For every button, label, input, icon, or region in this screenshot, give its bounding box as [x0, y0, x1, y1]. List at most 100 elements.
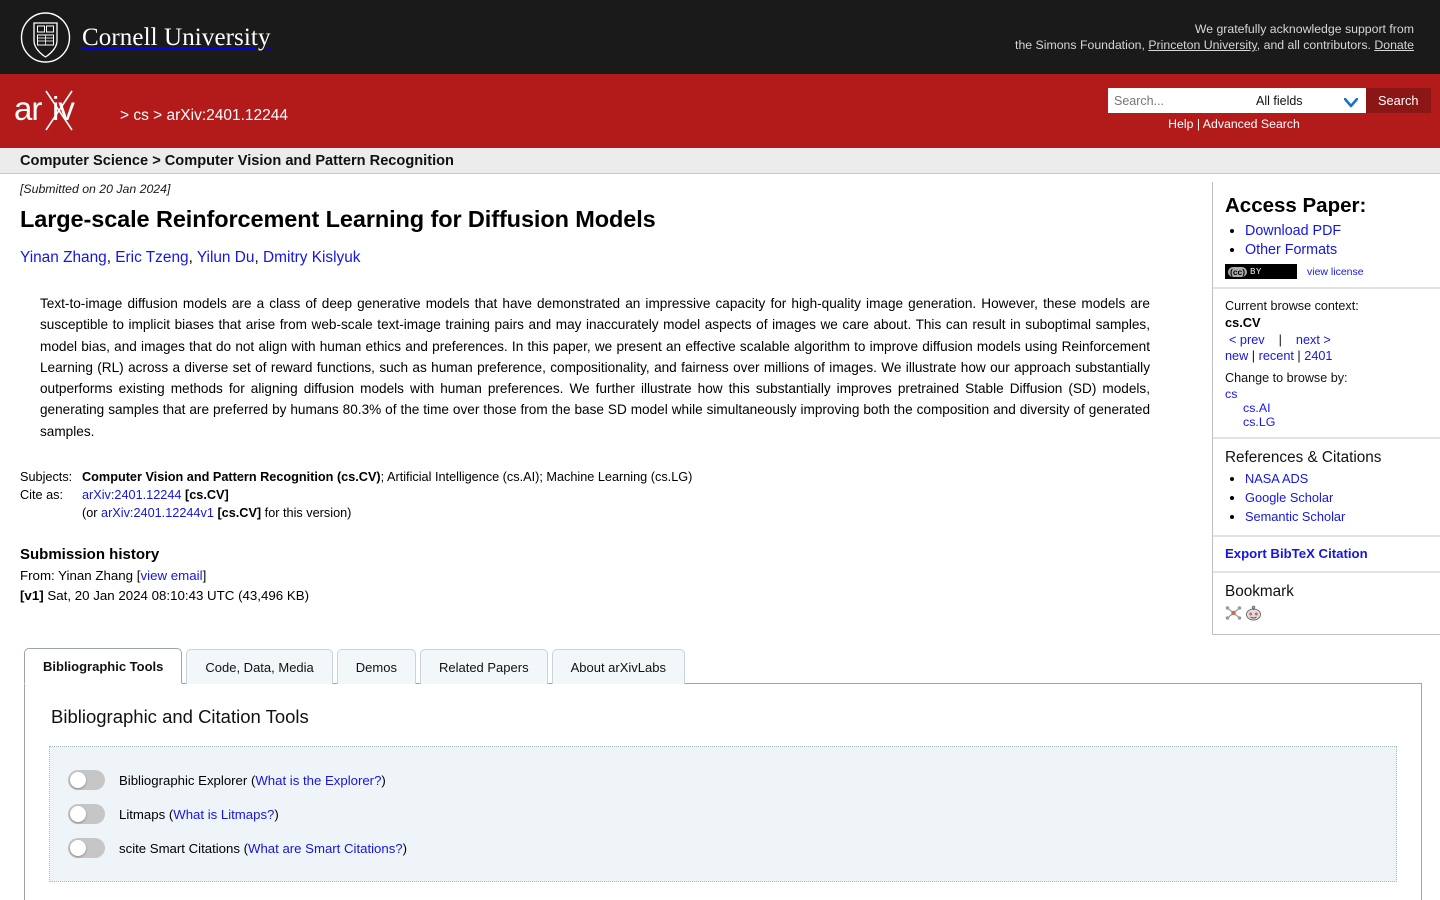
download-pdf-link[interactable]: Download PDF — [1245, 223, 1341, 239]
new-recent-month-nav: new | recent | 2401 — [1225, 349, 1333, 363]
cite-value: arXiv:2401.12244 [cs.CV] — [82, 488, 692, 506]
other-formats-link[interactable]: Other Formats — [1245, 242, 1337, 258]
submission-version-line: [v1] Sat, 20 Jan 2024 08:10:43 UTC (43,4… — [20, 588, 1176, 603]
page-title: Large-scale Reinforcement Learning for D… — [20, 206, 656, 232]
princeton-link[interactable]: Princeton University — [1148, 38, 1256, 52]
from-label: From: Yinan Zhang [ — [20, 568, 141, 584]
tool-name: scite Smart Citations — [119, 840, 240, 856]
ack-line-2: the Simons Foundation, Princeton Univers… — [1015, 37, 1414, 53]
change-browse-label: Change to browse by: — [1225, 371, 1348, 385]
ack-line-1: We gratefully acknowledge support from — [1194, 22, 1414, 36]
access-sidebar: Access Paper: Download PDF Other Formats… — [1212, 182, 1440, 635]
prev-next-nav: < prev | next > — [1229, 333, 1428, 347]
bookmark-block: Bookmark — [1213, 571, 1440, 634]
author-link[interactable]: Yilun Du — [197, 249, 255, 266]
search-scope-select[interactable]: All fields — [1251, 88, 1366, 113]
version-tag: [v1] — [20, 588, 44, 604]
version-detail: Sat, 20 Jan 2024 08:10:43 UTC (43,496 KB… — [47, 588, 310, 604]
tool-name: Litmaps — [119, 806, 166, 822]
submitted-date: [Submitted on 20 Jan 2024] — [20, 182, 171, 196]
what-is-explorer-link[interactable]: What is the Explorer? — [255, 773, 381, 788]
by-mark: BY — [1250, 267, 1262, 276]
nav-separator: | — [1278, 333, 1282, 347]
browse-context-value: cs.CV — [1225, 315, 1261, 330]
semantic-scholar-link[interactable]: Semantic Scholar — [1245, 509, 1345, 524]
search-button[interactable]: Search — [1366, 88, 1431, 113]
reddit-icon[interactable] — [1245, 605, 1262, 626]
help-link[interactable]: Help — [1168, 117, 1193, 131]
cc-by-license-icon[interactable]: (cc) BY — [1225, 264, 1297, 279]
tab-bibliographic-tools[interactable]: Bibliographic Tools — [24, 648, 183, 685]
tab-demos[interactable]: Demos — [336, 649, 416, 685]
what-is-litmaps-link[interactable]: What is Litmaps? — [173, 807, 274, 822]
submission-history-heading: Submission history — [20, 546, 160, 564]
prev-link[interactable]: < prev — [1229, 333, 1265, 347]
license-row: (cc) BY view license — [1225, 264, 1428, 279]
donate-link[interactable]: Donate — [1374, 38, 1414, 52]
browse-cs-link[interactable]: cs — [1225, 387, 1428, 401]
subjects-value: Computer Vision and Pattern Recognition … — [82, 470, 692, 488]
search-input[interactable] — [1108, 88, 1251, 113]
svg-text:ar: ar — [14, 90, 42, 127]
paren-close: ) — [274, 806, 279, 822]
paren-close: ) — [381, 772, 386, 788]
litmaps-toggle[interactable] — [68, 804, 105, 825]
toggle-knob — [70, 840, 86, 857]
arxiv-logo-link[interactable]: ar iv — [14, 88, 114, 131]
month-link[interactable]: 2401 — [1304, 349, 1332, 363]
submission-from-line: From: Yinan Zhang [view email] — [20, 568, 1176, 583]
bibliographic-tools-panel: Bibliographic and Citation Tools Bibliog… — [24, 683, 1422, 900]
google-scholar-link[interactable]: Google Scholar — [1245, 490, 1333, 505]
cornell-header: Cornell University We gratefully acknowl… — [0, 0, 1440, 74]
browse-context-block: Current browse context: cs.CV < prev | nex… — [1213, 287, 1440, 437]
author-sep: , — [254, 249, 264, 266]
author-link[interactable]: Eric Tzeng — [115, 249, 188, 266]
arxiv-version-link[interactable]: arXiv:2401.12244v1 — [101, 506, 214, 520]
version-class: [cs.CV] — [217, 506, 262, 521]
arxiv-breadcrumb[interactable]: > cs > arXiv:2401.12244 — [120, 94, 288, 125]
acknowledgment-text: We gratefully acknowledge support from t… — [1015, 21, 1414, 53]
browse-cslg-link[interactable]: cs.LG — [1243, 415, 1428, 429]
arxiv-id-link[interactable]: arXiv:2401.12244 — [82, 488, 181, 502]
cornell-wordmark: Cornell University — [82, 23, 271, 51]
scite-toggle[interactable] — [68, 838, 105, 859]
access-paper-heading: Access Paper: — [1225, 194, 1367, 217]
paren-open: ( — [239, 840, 248, 856]
tab-related-papers[interactable]: Related Papers — [419, 649, 548, 685]
recent-link[interactable]: recent — [1259, 349, 1294, 363]
new-link[interactable]: new — [1225, 349, 1248, 363]
tab-code-data-media[interactable]: Code, Data, Media — [186, 649, 333, 685]
tools-toggle-box: Bibliographic Explorer (What is the Expl… — [49, 746, 1397, 883]
cite-label: Cite as: — [20, 488, 64, 503]
author-sep: , — [188, 249, 197, 266]
tab-about-arxivlabs[interactable]: About arXivLabs — [551, 649, 685, 685]
list-item: Google Scholar — [1245, 489, 1428, 507]
author-sep: , — [106, 249, 116, 266]
author-link[interactable]: Dmitry Kislyuk — [263, 249, 360, 266]
author-link[interactable]: Yinan Zhang — [20, 249, 107, 266]
arxivlabs-section: Bibliographic Tools Code, Data, Media De… — [12, 647, 1422, 900]
paren-close: ) — [402, 840, 408, 856]
ack-prefix: the Simons Foundation, — [1015, 38, 1149, 52]
arxivlabs-tabstrip: Bibliographic Tools Code, Data, Media De… — [12, 647, 1422, 685]
next-link[interactable]: next > — [1296, 333, 1331, 347]
nasa-ads-link[interactable]: NASA ADS — [1245, 471, 1308, 486]
search-scope-wrapper: All fields — [1251, 88, 1366, 113]
what-are-smart-citations-link[interactable]: What are Smart Citations? — [248, 841, 403, 856]
tool-row-litmaps: Litmaps (What is Litmaps?) — [68, 797, 1378, 831]
bookmark-heading: Bookmark — [1225, 583, 1294, 600]
export-bibtex-link[interactable]: Export BibTeX Citation — [1225, 546, 1368, 561]
view-license-link[interactable]: view license — [1307, 266, 1364, 278]
list-item: Other Formats — [1245, 241, 1428, 259]
browse-csai-link[interactable]: cs.AI — [1243, 401, 1428, 415]
tool-label: Bibliographic Explorer (What is the Expl… — [119, 773, 386, 788]
subjects-row: Subjects: Computer Vision and Pattern Re… — [20, 470, 692, 488]
bibliographic-explorer-toggle[interactable] — [68, 770, 105, 791]
cornell-home-link[interactable]: Cornell University — [20, 12, 271, 63]
subjects-label: Subjects: — [20, 470, 73, 485]
advanced-search-link[interactable]: Advanced Search — [1203, 117, 1300, 131]
bibsonomy-icon[interactable] — [1225, 605, 1242, 626]
view-email-link[interactable]: view email — [140, 568, 202, 583]
ack-suffix: , and all contributors. — [1256, 38, 1375, 52]
access-links-list: Download PDF Other Formats — [1227, 222, 1428, 259]
